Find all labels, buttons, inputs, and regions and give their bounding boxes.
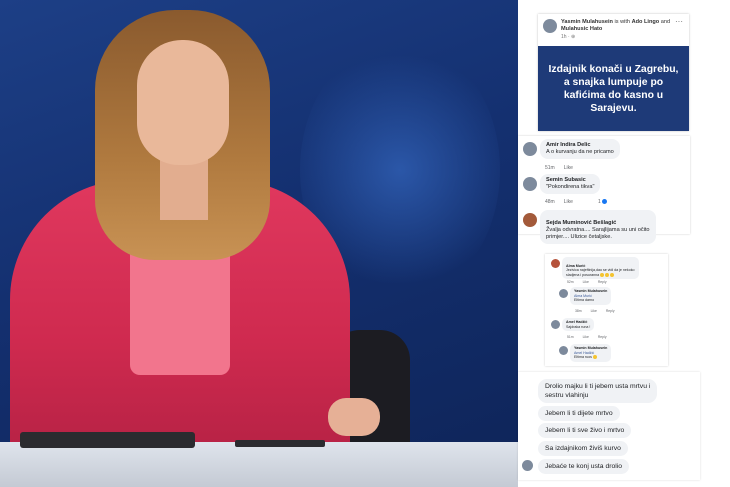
tagged-user-2[interactable]: Mulahusic Hato (561, 26, 602, 32)
replier-avatar[interactable] (559, 346, 568, 355)
reaction-count[interactable]: 1 (598, 199, 608, 205)
replier-avatar[interactable] (551, 259, 560, 268)
reply-bubble: Yasmin Mulahusein Amel Hadžić Eltima ruo… (570, 344, 612, 362)
desk-device (235, 440, 325, 447)
reply-bubble: Alma Murić Jezivica najeftinija,dao se vi… (562, 257, 639, 280)
replier-avatar[interactable] (559, 289, 568, 298)
comment-text: "Pokondirena tikva" (546, 184, 595, 190)
like-button[interactable]: Like (564, 165, 573, 171)
reply-text: Sajdraka runa ! (566, 324, 591, 329)
comment-author[interactable]: Semin Subasic (546, 177, 594, 184)
face (137, 40, 229, 165)
like-button[interactable]: Like (564, 199, 573, 205)
emoji-icon (592, 355, 597, 360)
message-bubble: Jebem li ti dijete mrtvo (538, 406, 620, 421)
more-options-icon[interactable]: ··· (675, 17, 683, 26)
comment-bubble: Sejda Muminović Bešlagić Žvalja odvratna.… (540, 210, 656, 244)
reply-meta: 51m Like Reply (567, 335, 607, 339)
post-author[interactable]: Yasmin Mulahusein (561, 19, 613, 25)
like-button[interactable]: Like (583, 335, 589, 339)
facebook-post: Yasmin Mulahusein is with Ado Lingo and … (538, 14, 689, 131)
emoji-icon (600, 272, 605, 277)
message-bubble: Jebaće te konj usta drolio (538, 459, 630, 474)
like-button[interactable]: Like (591, 309, 597, 313)
comment-text: Žvalja odvratna.... Sarajlijama su uni o… (546, 227, 650, 240)
laptop (20, 432, 195, 448)
comments-section: Amir Indira Delic A o kurvanju da ne pri… (518, 136, 690, 244)
emoji-icon (610, 272, 615, 277)
hand (328, 398, 380, 436)
like-reaction-icon (602, 199, 608, 205)
sender-avatar[interactable] (522, 460, 533, 471)
reply-text: Eltima ruos (574, 355, 592, 360)
reply-author[interactable]: Yasmin Mulahusein (574, 346, 607, 351)
reply-button[interactable]: Reply (598, 335, 607, 339)
reply-meta: 38m Like Reply (575, 309, 615, 313)
reply-bubble: Amel Hadžić Sajdraka runa ! (562, 318, 595, 332)
message-bubble: Drolio majku li ti jebem usta mrtvu i se… (538, 379, 658, 403)
comment-author[interactable]: Amir Indira Delic (546, 142, 614, 149)
commenter-avatar[interactable] (523, 177, 537, 191)
commenter-avatar[interactable] (523, 142, 537, 156)
reply-bubble: Yasmin Mulahusein Alma Murić Eltima darn… (570, 287, 612, 305)
replier-avatar[interactable] (551, 320, 560, 329)
post-header: Yasmin Mulahusein is with Ado Lingo and … (538, 14, 689, 46)
comment-meta: 51m Like (545, 165, 582, 171)
reply-button[interactable]: Reply (606, 309, 615, 313)
post-banner-text: Izdajnik konači u Zagrebu, a snajka lump… (548, 63, 679, 114)
comment-bubble: Semin Subasic "Pokondirena tikva" (540, 174, 601, 194)
comment-time[interactable]: 51m (545, 165, 555, 171)
comment-meta: 48m Like (545, 199, 582, 205)
news-desk (0, 442, 518, 487)
reply-thread: Alma Murić Jezivica najeftinija,dao se vi… (545, 254, 668, 366)
tagged-user-1[interactable]: Ado Lingo (632, 19, 660, 25)
post-author-line: Yasmin Mulahusein is with Ado Lingo and … (561, 19, 671, 32)
post-timestamp[interactable]: 1h · ⊕ (561, 34, 575, 40)
commenter-avatar[interactable] (523, 213, 537, 227)
comment-bubble: Amir Indira Delic A o kurvanju da ne pri… (540, 139, 620, 159)
message-list: Drolio majku li ti jebem usta mrtvu i se… (518, 372, 700, 480)
post-text-banner: Izdajnik konači u Zagrebu, a snajka lump… (538, 46, 689, 131)
message-bubble: Jebem li ti sve živo i mrtvo (538, 423, 632, 438)
comment-time[interactable]: 48m (545, 199, 555, 205)
comment-text: A o kurvanju da ne pricamo (546, 149, 614, 155)
news-anchor-photo (0, 0, 518, 487)
emoji-icon (605, 272, 610, 277)
reply-button[interactable]: Reply (598, 280, 607, 284)
reply-meta: 52m Like Reply (567, 280, 607, 284)
reply-author[interactable]: Yasmin Mulahusein (574, 289, 607, 294)
comment-author[interactable]: Sejda Muminović Bešlagić (546, 220, 650, 227)
message-bubble: Sa izdajnikom živiš kurvo (538, 441, 628, 456)
reply-text: Eltima darno (574, 298, 595, 303)
author-avatar[interactable] (543, 19, 557, 33)
like-button[interactable]: Like (583, 280, 589, 284)
